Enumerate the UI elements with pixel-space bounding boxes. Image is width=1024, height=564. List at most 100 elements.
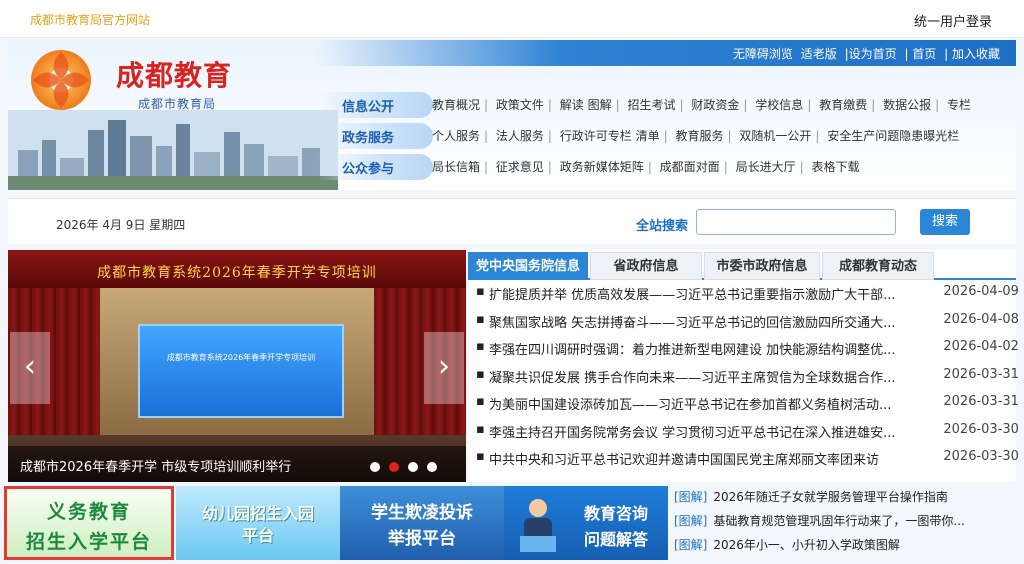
nav-link[interactable]: 清单 (636, 129, 660, 143)
nav-link[interactable]: 财政资金 (691, 98, 739, 112)
nav-link[interactable]: 征求意见 (496, 160, 544, 174)
nav-link[interactable]: 安全生产问题隐患曝光栏 (827, 129, 959, 143)
city-skyline-image (8, 110, 338, 190)
infographic-item[interactable]: [图解] 2026年小一、小升初入学政策图解 (674, 536, 1020, 560)
news-title[interactable]: 扩能提质并举 优质高效发展——习近平总书记重要指示激励广大干部... (489, 284, 941, 303)
quicklink-set-homepage[interactable]: |设为首页 (845, 47, 897, 61)
page: 成都市教育局官方网站 统一用户登录 无障碍浏览 适老版 |设为首页 | 首页 |… (0, 0, 1024, 564)
search-input[interactable] (696, 209, 896, 235)
news-title[interactable]: 李强主持召开国务院常务会议 学习贯彻习近平总书记在深入推进雄安... (489, 422, 941, 441)
nav-tab-public-participation[interactable]: 公众参与 (318, 154, 433, 180)
nav-link[interactable]: 专栏 (947, 98, 971, 112)
tile-text: 问题解答 (583, 530, 648, 549)
news-tabs: 党中央国务院信息 省政府信息 市委市政府信息 成都教育动态 (468, 250, 1016, 280)
nav-link[interactable]: 政策文件 (496, 98, 544, 112)
infographic-title[interactable]: 2026年小一、小升初入学政策图解 (713, 538, 900, 552)
tab-central-government[interactable]: 党中央国务院信息 (468, 252, 588, 280)
nav-link[interactable]: 局长进大厅 (736, 160, 796, 174)
tile-text: 平台 (241, 526, 274, 545)
carousel-dot-active[interactable] (389, 462, 399, 472)
news-list: ▪ 扩能提质并举 优质高效发展——习近平总书记重要指示激励广大干部... 2026… (476, 284, 1019, 477)
news-item[interactable]: ▪ 李强在四川调研时强调：着力推进新型电网建设 加快能源结构调整优... 2026… (476, 339, 1019, 367)
user-login-link[interactable]: 统一用户登录 (914, 11, 992, 30)
logo-icon[interactable] (26, 48, 96, 112)
site-name[interactable]: 成都市教育局官方网站 (30, 11, 150, 28)
nav-link[interactable]: 行政许可专栏 (560, 129, 632, 143)
infographic-tag: [图解] (674, 490, 708, 504)
infographic-item[interactable]: [图解] 2026年随迁子女就学服务管理平台操作指南 (674, 488, 1020, 512)
separator: | (799, 160, 804, 174)
news-date: 2026-04-08 (943, 311, 1019, 327)
infographic-item[interactable]: [图解] 基础教育规范管理巩固年行动来了，一图带你... (674, 512, 1020, 536)
nav-link[interactable]: 表格下载 (811, 160, 859, 174)
nav-link[interactable]: 教育概况 (432, 98, 480, 112)
infographic-title[interactable]: 2026年随迁子女就学服务管理平台操作指南 (713, 490, 948, 504)
quicklink-accessibility[interactable]: 无障碍浏览 (733, 47, 793, 61)
carousel-dot[interactable] (427, 462, 437, 472)
tile-text: 学生欺凌投诉 (371, 503, 473, 523)
nav-link[interactable]: 招生考试 (628, 98, 676, 112)
news-title[interactable]: 李强在四川调研时强调：着力推进新型电网建设 加快能源结构调整优... (489, 339, 941, 358)
separator: | (663, 129, 668, 143)
separator: | (547, 98, 552, 112)
nav-row-info: 教育概况 | 政策文件 | 解读 图解 | 招生考试 | 财政资金 | 学校信息 | 教育缴… (432, 96, 1012, 127)
tile-text: 义务教育 (46, 501, 131, 523)
news-title[interactable]: 为美丽中国建设添砖加瓦——习近平总书记在参加首都义务植树活动... (489, 394, 941, 413)
nav-link[interactable]: 数据公报 (883, 98, 931, 112)
separator: | (807, 98, 812, 112)
kindergarten-enrollment-tile[interactable]: 幼儿园招生入园 平台 (176, 486, 340, 560)
separator: | (484, 98, 489, 112)
nav-link[interactable]: 教育服务 (676, 129, 724, 143)
news-carousel[interactable]: 成都市教育系统2026年春季开学专项培训 成都市教育系统2026年春季开学专项培… (8, 250, 466, 482)
nav-row-services: 个人服务 | 法人服务 | 行政许可专栏 清单 | 教育服务 | 双随机一公开 | 安全生… (432, 127, 1012, 158)
nav-link[interactable]: 局长信箱 (432, 160, 480, 174)
news-item[interactable]: ▪ 中共中央和习近平总书记欢迎并邀请中国国民党主席郑丽文率团来访 2026-03-… (476, 449, 1019, 477)
infographic-title[interactable]: 基础教育规范管理巩固年行动来了，一图带你... (713, 514, 964, 528)
carousel-next-button[interactable]: › (424, 332, 464, 404)
nav-link[interactable]: 学校信息 (755, 98, 803, 112)
separator: | (727, 129, 732, 143)
tile-text: 举报平台 (388, 529, 456, 549)
stage-banner-text: 成都市教育系统2026年春季开学专项培训 (97, 265, 377, 281)
news-title[interactable]: 凝聚共识促发展 携手合作向未来——习近平主席贺信为全球数据合作... (489, 367, 941, 386)
nav-link[interactable]: 解读 (560, 98, 584, 112)
quicklink-home[interactable]: | 首页 (904, 47, 936, 61)
news-date: 2026-04-09 (943, 284, 1019, 299)
tab-chengdu-education[interactable]: 成都教育动态 (822, 252, 934, 280)
carousel-dot[interactable] (370, 462, 380, 472)
news-item[interactable]: ▪ 扩能提质并举 优质高效发展——习近平总书记重要指示激励广大干部... 2026… (476, 284, 1019, 312)
quicklink-elderly[interactable]: 适老版 (801, 47, 837, 61)
carousel-caption-text[interactable]: 成都市2026年春季开学 市级专项培训顺利举行 (20, 456, 291, 475)
nav-tabs: 信息公开 政务服务 公众参与 (318, 92, 433, 185)
brand-title: 成都教育 (116, 59, 233, 92)
tab-municipal-government[interactable]: 市委市政府信息 (704, 252, 820, 280)
nav-link[interactable]: 法人服务 (496, 129, 544, 143)
tile-text: 教育咨询 (583, 504, 648, 523)
bullying-report-tile[interactable]: 学生欺凌投诉 举报平台 (340, 486, 504, 560)
tile-text: 幼儿园招生入园 (201, 504, 314, 523)
nav-link[interactable]: 成都面对面 (660, 160, 720, 174)
separator: | (723, 160, 728, 174)
quicklinks: 无障碍浏览 适老版 |设为首页 | 首页 | 加入收藏 (731, 45, 1002, 62)
nav-link[interactable]: 图解 (588, 98, 612, 112)
news-item[interactable]: ▪ 凝聚共识促发展 携手合作向未来——习近平主席贺信为全球数据合作... 2026… (476, 367, 1019, 395)
news-item[interactable]: ▪ 为美丽中国建设添砖加瓦——习近平总书记在参加首都义务植树活动... 2026-… (476, 394, 1019, 422)
quicklink-bookmark[interactable]: | 加入收藏 (944, 47, 1000, 61)
carousel-prev-button[interactable]: ‹ (10, 332, 50, 404)
compulsory-education-enrollment-tile[interactable]: 义务教育 招生入学平台 (4, 486, 174, 560)
news-item[interactable]: ▪ 李强主持召开国务院常务会议 学习贯彻习近平总书记在深入推进雄安... 2026… (476, 422, 1019, 450)
nav-link[interactable]: 教育缴费 (819, 98, 867, 112)
education-consulting-tile[interactable]: 教育咨询 问题解答 (504, 486, 668, 560)
header: 无障碍浏览 适老版 |设为首页 | 首页 | 加入收藏 成都教育 成都市教育局 (8, 40, 1016, 190)
nav-tab-info-disclosure[interactable]: 信息公开 (318, 92, 433, 118)
tab-provincial-government[interactable]: 省政府信息 (590, 252, 702, 280)
nav-link[interactable]: 个人服务 (432, 129, 480, 143)
nav-link[interactable]: 双随机一公开 (739, 129, 811, 143)
news-title[interactable]: 中共中央和习近平总书记欢迎并邀请中国国民党主席郑丽文率团来访 (489, 449, 941, 468)
news-item[interactable]: ▪ 聚焦国家战略 矢志拼搏奋斗——习近平总书记的回信激励四所交通大... 2026… (476, 312, 1019, 340)
carousel-dot[interactable] (408, 462, 418, 472)
nav-link[interactable]: 政务新媒体矩阵 (560, 160, 644, 174)
nav-tab-government-services[interactable]: 政务服务 (318, 123, 433, 149)
news-title[interactable]: 聚焦国家战略 矢志拼搏奋斗——习近平总书记的回信激励四所交通大... (489, 312, 941, 331)
search-button[interactable]: 搜索 (920, 209, 970, 235)
